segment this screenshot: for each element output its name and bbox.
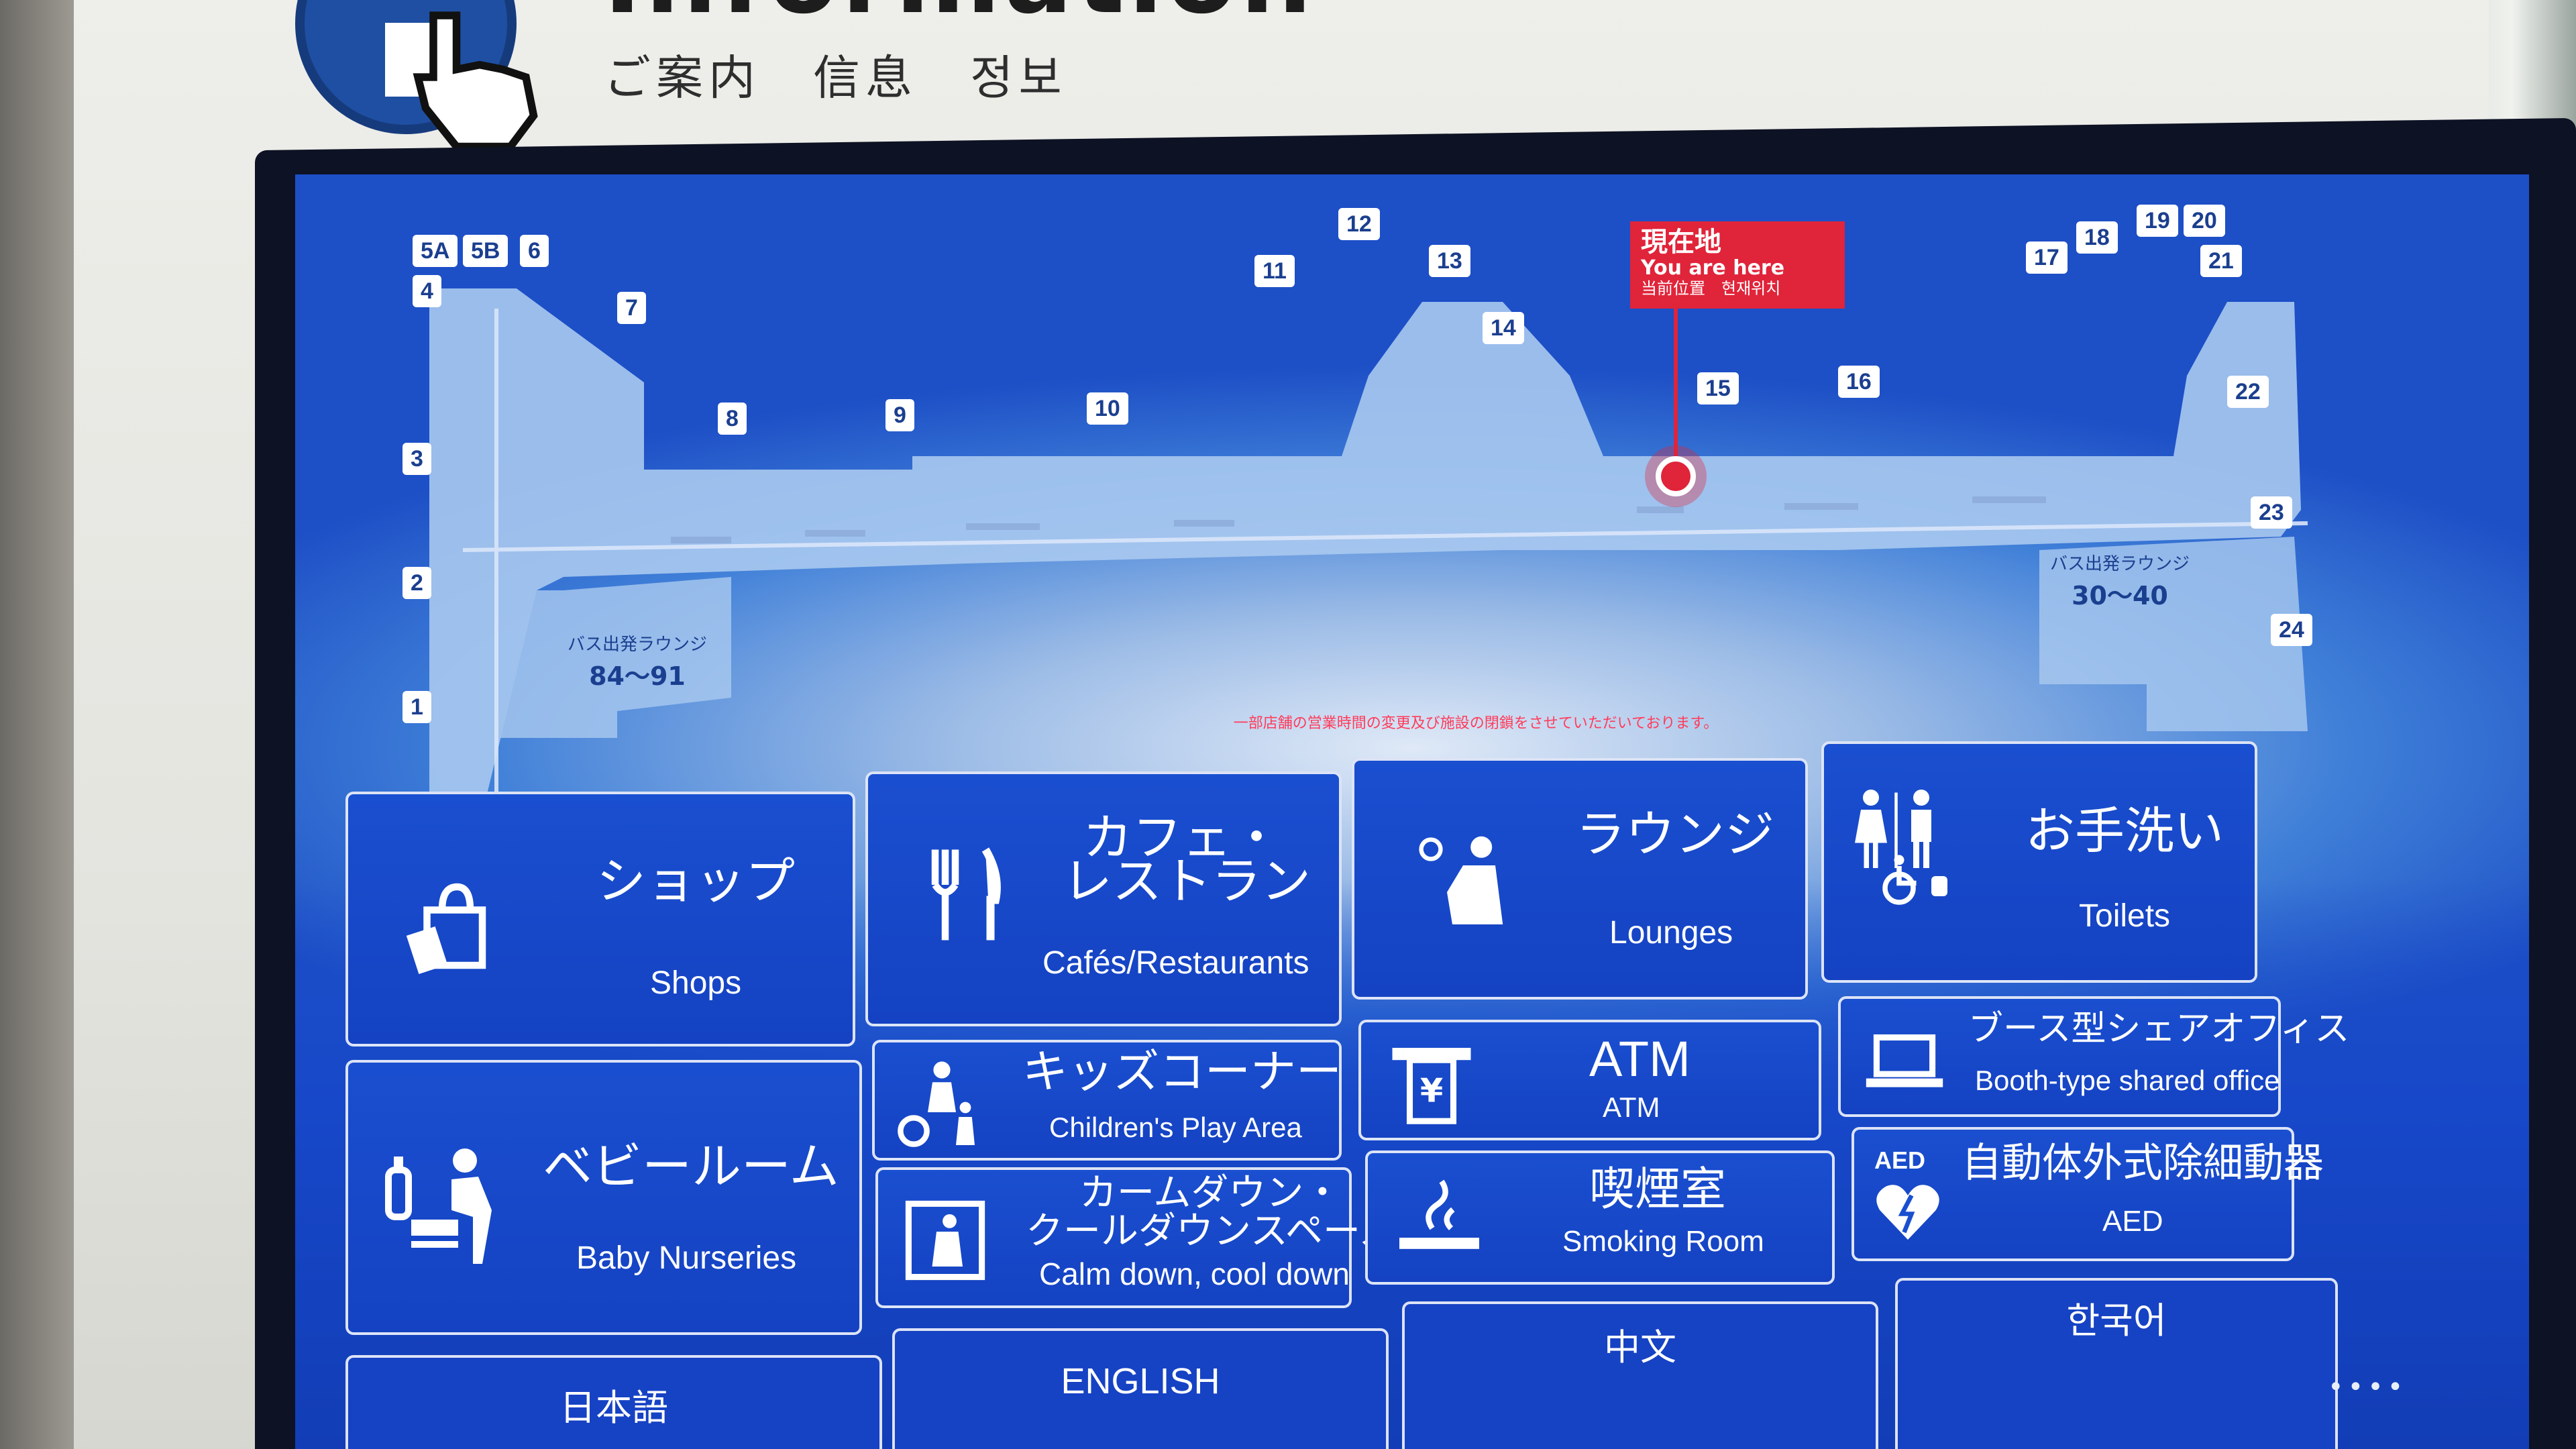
gate-label[interactable]: 23: [2251, 496, 2292, 529]
gate-label[interactable]: 9: [885, 399, 914, 431]
gate-label[interactable]: 13: [1429, 245, 1470, 277]
gate-label[interactable]: 6: [520, 235, 549, 267]
you-are-here-en: You are here: [1641, 256, 1785, 280]
calm-label-en: Calm down, cool down: [1039, 1256, 1350, 1291]
bus-lounge-left[interactable]: バス出発ラウンジ 84〜91: [550, 631, 724, 692]
shops-label-jp: ショップ: [596, 853, 795, 910]
gate-label[interactable]: 17: [2026, 241, 2068, 274]
shops-label-en: Shops: [650, 965, 742, 1001]
gate-label[interactable]: 2: [402, 567, 431, 599]
lounges-label-en: Lounges: [1609, 915, 1733, 951]
atm-label-main: ATM: [1589, 1031, 1690, 1087]
you-are-here-jp: 現在地: [1641, 227, 1721, 258]
location-marker-icon: [1656, 456, 1696, 496]
baby-label-jp: ベビールーム: [543, 1138, 839, 1195]
aed-label-jp: 自動体外式除細動器: [1962, 1140, 2324, 1187]
touch-screen: 5A 5B 6 4 7 3 8 9 10 11 12 13 14 15 16 1…: [295, 174, 2529, 1449]
aed-button[interactable]: AED 自動体外式除細動器 AED: [1851, 1127, 2324, 1261]
bus-lounge-label: バス出発ラウンジ: [2049, 554, 2190, 574]
gate-label[interactable]: 12: [1338, 208, 1380, 240]
screen-indicator-dots: ••••: [2328, 1372, 2408, 1403]
booth-label-en: Booth-type shared office: [1975, 1065, 2280, 1096]
aed-badge: AED: [1874, 1146, 1926, 1174]
gate-label[interactable]: 3: [402, 443, 431, 475]
gate-label[interactable]: 24: [2271, 614, 2312, 646]
language-button-english[interactable]: ENGLISH: [892, 1328, 1389, 1449]
bus-lounge-label: バス出発ラウンジ: [567, 635, 707, 655]
lounge-seat-icon: [1419, 836, 1503, 924]
gate-label[interactable]: 8: [718, 402, 747, 435]
cafes-label-en: Cafés/Restaurants: [1042, 945, 1309, 981]
gate-label[interactable]: 14: [1483, 312, 1524, 344]
calm-label-jp2: クールダウンスペース: [1026, 1210, 1397, 1253]
gate-label[interactable]: 10: [1087, 392, 1128, 425]
kids-play-icon: [898, 1061, 975, 1147]
cafes-label-jp2: レストラン: [1063, 853, 1311, 910]
atm-label-en: ATM: [1603, 1091, 1660, 1123]
language-button-japanese[interactable]: 日本語: [345, 1355, 882, 1449]
fork-knife-icon: [931, 847, 1001, 941]
gate-label[interactable]: 22: [2227, 376, 2269, 408]
gate-label[interactable]: 5A: [413, 235, 458, 267]
lounges-button[interactable]: ラウンジ Lounges: [1352, 758, 1808, 1000]
gate-label[interactable]: 11: [1254, 255, 1295, 287]
gate-label[interactable]: 21: [2200, 245, 2242, 277]
smoking-icon: [1399, 1179, 1479, 1249]
shopping-bag-icon: [406, 883, 486, 974]
smoking-room-button[interactable]: 喫煙室 Smoking Room: [1365, 1150, 1835, 1285]
atm-icon: ¥: [1392, 1048, 1471, 1124]
gate-label[interactable]: 19: [2137, 205, 2178, 237]
language-button-korean[interactable]: 한국어: [1895, 1278, 2338, 1449]
atm-button[interactable]: ¥ ATM ATM: [1358, 1020, 1821, 1140]
language-button-chinese[interactable]: 中文: [1402, 1301, 1878, 1449]
lounges-label-jp: ラウンジ: [1576, 806, 1774, 863]
baby-nursery-icon: [385, 1148, 492, 1264]
calm-label-jp1: カームダウン・: [1079, 1171, 1342, 1215]
gate-label[interactable]: 5B: [463, 235, 508, 267]
booth-office-button[interactable]: ブース型シェアオフィス Booth-type shared office: [1838, 996, 2349, 1117]
cafes-restaurants-button[interactable]: カフェ・ レストラン Cafés/Restaurants: [865, 771, 1342, 1026]
bus-lounge-right[interactable]: バス出発ラウンジ 30〜40: [2039, 550, 2200, 612]
gate-label[interactable]: 16: [1838, 366, 1880, 398]
kids-label-en: Children's Play Area: [1049, 1112, 1302, 1143]
bus-lounge-range: 84〜91: [589, 661, 686, 691]
smoking-label-en: Smoking Room: [1562, 1225, 1764, 1258]
location-pin-line: [1674, 309, 1678, 463]
gate-label[interactable]: 20: [2184, 205, 2225, 237]
gate-label[interactable]: 4: [413, 275, 441, 307]
calm-down-space-button[interactable]: カームダウン・ クールダウンスペース Calm down, cool down: [875, 1167, 1396, 1308]
notice-text: 一部店舗の営業時間の変更及び施設の閉鎖をさせていただいております。: [1233, 715, 1719, 732]
kids-label-jp: キッズコーナー: [1022, 1046, 1342, 1099]
gate-label[interactable]: 1: [402, 691, 431, 723]
toilets-button[interactable]: お手洗い Toilets: [1821, 741, 2257, 983]
info-subtitle: ご案内 信息 정보: [604, 50, 1067, 105]
baby-label-en: Baby Nurseries: [576, 1240, 797, 1276]
calm-space-icon: [905, 1200, 985, 1281]
toilets-label-jp: お手洗い: [2025, 802, 2224, 860]
you-are-here-label: 現在地 You are here 当前位置 현재위치: [1630, 221, 1845, 309]
info-title: Information: [604, 0, 1316, 36]
pointing-hand-icon: [413, 11, 538, 151]
laptop-icon: [1866, 1034, 1943, 1087]
booth-label-jp: ブース型シェアオフィス: [1968, 1009, 2350, 1049]
baby-nurseries-button[interactable]: ベビールーム Baby Nurseries: [345, 1060, 862, 1335]
aed-label-en: AED: [2102, 1205, 2163, 1238]
shops-button[interactable]: ショップ Shops: [345, 792, 855, 1046]
svg-text:¥: ¥: [1420, 1071, 1443, 1110]
gate-label[interactable]: 18: [2076, 221, 2118, 254]
bus-lounge-range: 30〜40: [2072, 581, 2168, 610]
smoking-label-jp: 喫煙室: [1589, 1163, 1727, 1216]
gate-label[interactable]: 7: [617, 292, 646, 324]
you-are-here-zh-ko: 当前位置 현재위치: [1641, 279, 1781, 298]
aed-heart-icon: [1876, 1185, 1939, 1240]
kids-corner-button[interactable]: キッズコーナー Children's Play Area: [872, 1040, 1342, 1161]
gate-label[interactable]: 15: [1697, 372, 1739, 405]
toilets-label-en: Toilets: [2079, 898, 2171, 934]
restroom-icon: [1855, 790, 1947, 905]
